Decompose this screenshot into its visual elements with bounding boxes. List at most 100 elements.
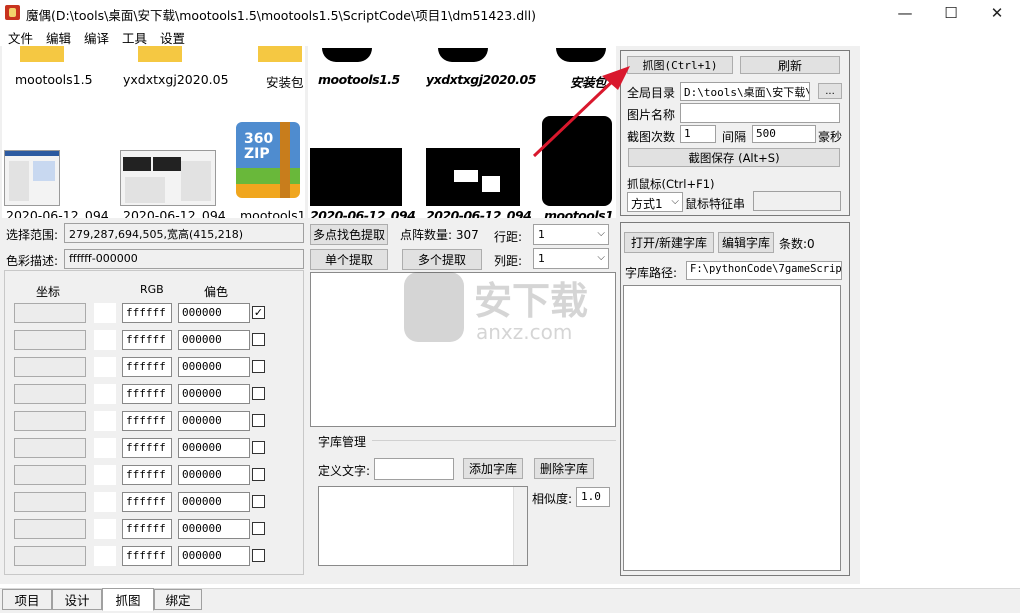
offset-field[interactable]: 000000 — [178, 546, 250, 566]
menu-edit[interactable]: 编辑 — [46, 28, 71, 47]
mouse-feature-input[interactable] — [753, 191, 841, 211]
tab-design[interactable]: 设计 — [52, 589, 102, 610]
binarized-thumbnail[interactable] — [426, 148, 520, 206]
lib-path-input[interactable]: F:\pythonCode\7gameScripts — [686, 261, 842, 280]
capture-save-button[interactable]: 截图保存 (Alt+S) — [628, 148, 840, 167]
tab-bind[interactable]: 绑定 — [154, 589, 202, 610]
coord-field[interactable] — [14, 411, 86, 431]
menu-tools[interactable]: 工具 — [122, 28, 147, 47]
rgb-field[interactable]: ffffff — [122, 465, 172, 485]
row-checkbox[interactable] — [252, 468, 265, 481]
col-spacing-value: 1 — [538, 252, 545, 265]
coord-field[interactable] — [14, 384, 86, 404]
offset-field[interactable]: 000000 — [178, 330, 250, 350]
capture-times-input[interactable]: 1 — [680, 125, 716, 143]
range-label: 选择范围: — [6, 228, 59, 242]
font-lib-textarea[interactable] — [318, 486, 528, 566]
thumbnail-list-original[interactable]: mootools1.5 yxdxtxgj2020.05 安装包 360 ZIP … — [2, 46, 305, 218]
row-spacing-select[interactable]: 1 ⌵ — [533, 224, 609, 245]
offset-field[interactable]: 000000 — [178, 465, 250, 485]
row-checkbox[interactable] — [252, 441, 265, 454]
range-field[interactable]: 279,287,694,505,宽高(415,218) — [64, 223, 304, 243]
tab-capture[interactable]: 抓图 — [102, 588, 154, 611]
open-lib-button[interactable]: 打开/新建字库 — [624, 232, 714, 253]
minimize-button[interactable]: — — [882, 0, 928, 26]
edit-lib-button[interactable]: 编辑字库 — [718, 232, 774, 253]
screenshot-thumbnail[interactable] — [4, 150, 60, 206]
coord-field[interactable] — [14, 438, 86, 458]
rgb-field[interactable]: ffffff — [122, 330, 172, 350]
interval-input[interactable]: 500 — [752, 125, 816, 143]
row-checkbox[interactable] — [252, 495, 265, 508]
coord-field[interactable] — [14, 519, 86, 539]
coord-field[interactable] — [14, 492, 86, 512]
color-swatch — [94, 384, 116, 404]
global-dir-input[interactable]: D:\tools\桌面\安下载\ — [680, 82, 810, 101]
color-desc-field[interactable]: ffffff-000000 — [64, 249, 304, 269]
rgb-field[interactable]: ffffff — [122, 357, 172, 377]
lib-list[interactable] — [623, 285, 841, 571]
rgb-field[interactable]: ffffff — [122, 303, 172, 323]
row-checkbox[interactable] — [252, 333, 265, 346]
offset-field[interactable]: 000000 — [178, 411, 250, 431]
color-swatch — [94, 465, 116, 485]
thumb-label[interactable]: 2020-06-12_094 — [6, 208, 109, 218]
row-checkbox[interactable] — [252, 549, 265, 562]
menu-file[interactable]: 文件 — [8, 28, 33, 47]
offset-field[interactable]: 000000 — [178, 384, 250, 404]
rgb-field[interactable]: ffffff — [122, 519, 172, 539]
refresh-button[interactable]: 刷新 — [740, 56, 840, 74]
menu-compile[interactable]: 编译 — [84, 28, 109, 47]
offset-field[interactable]: 000000 — [178, 519, 250, 539]
thumb-label[interactable]: 安装包 — [266, 72, 304, 91]
add-lib-button[interactable]: 添加字库 — [463, 458, 523, 479]
similarity-input[interactable]: 1.0 — [576, 487, 610, 507]
browse-button[interactable]: ... — [818, 83, 842, 99]
thumb-label[interactable]: mootools1.5 — [318, 72, 400, 87]
coord-field[interactable] — [14, 303, 86, 323]
delete-lib-button[interactable]: 删除字库 — [534, 458, 594, 479]
scrollbar[interactable] — [513, 487, 527, 565]
row-checkbox[interactable] — [252, 360, 265, 373]
menu-settings[interactable]: 设置 — [160, 28, 185, 47]
thumb-label[interactable]: mootools1 — [544, 208, 614, 218]
multi-find-color-button[interactable]: 多点找色提取 — [310, 224, 388, 245]
define-text-input[interactable] — [374, 458, 454, 480]
capture-button[interactable]: 抓图(Ctrl+1) — [627, 56, 733, 74]
close-button[interactable]: ✕ — [974, 0, 1020, 26]
row-checkbox[interactable] — [252, 387, 265, 400]
thumb-label[interactable]: 2020-06-12_094 — [123, 208, 226, 218]
coord-field[interactable] — [14, 465, 86, 485]
similarity-label: 相似度: — [532, 492, 573, 506]
offset-field[interactable]: 000000 — [178, 438, 250, 458]
row-checkbox[interactable]: ✓ — [252, 306, 265, 319]
thumb-label[interactable]: mootools1 — [240, 208, 305, 218]
zip-archive-icon[interactable]: 360 ZIP — [236, 122, 300, 208]
rgb-field[interactable]: ffffff — [122, 411, 172, 431]
coord-field[interactable] — [14, 357, 86, 377]
row-checkbox[interactable] — [252, 522, 265, 535]
coord-field[interactable] — [14, 330, 86, 350]
offset-field[interactable]: 000000 — [178, 492, 250, 512]
image-name-input[interactable] — [680, 103, 840, 123]
thumb-label[interactable]: 2020-06-12_094 — [426, 208, 532, 218]
thumb-label[interactable]: yxdxtxgj2020.05 — [123, 72, 229, 87]
single-extract-button[interactable]: 单个提取 — [310, 249, 388, 270]
col-spacing-select[interactable]: 1 ⌵ — [533, 248, 609, 269]
rgb-field[interactable]: ffffff — [122, 384, 172, 404]
thumb-label[interactable]: 2020-06-12_094 — [310, 208, 416, 218]
mode-select[interactable]: 方式1 ⌵ — [627, 192, 683, 212]
binarized-thumbnail[interactable] — [310, 148, 402, 206]
row-checkbox[interactable] — [252, 414, 265, 427]
rgb-field[interactable]: ffffff — [122, 438, 172, 458]
rgb-field[interactable]: ffffff — [122, 546, 172, 566]
thumb-label[interactable]: mootools1.5 — [15, 72, 93, 87]
maximize-button[interactable]: ☐ — [928, 0, 974, 26]
multi-extract-button[interactable]: 多个提取 — [402, 249, 482, 270]
offset-field[interactable]: 000000 — [178, 303, 250, 323]
rgb-field[interactable]: ffffff — [122, 492, 172, 512]
coord-field[interactable] — [14, 546, 86, 566]
screenshot-thumbnail[interactable] — [120, 150, 216, 206]
offset-field[interactable]: 000000 — [178, 357, 250, 377]
tab-project[interactable]: 项目 — [2, 589, 52, 610]
